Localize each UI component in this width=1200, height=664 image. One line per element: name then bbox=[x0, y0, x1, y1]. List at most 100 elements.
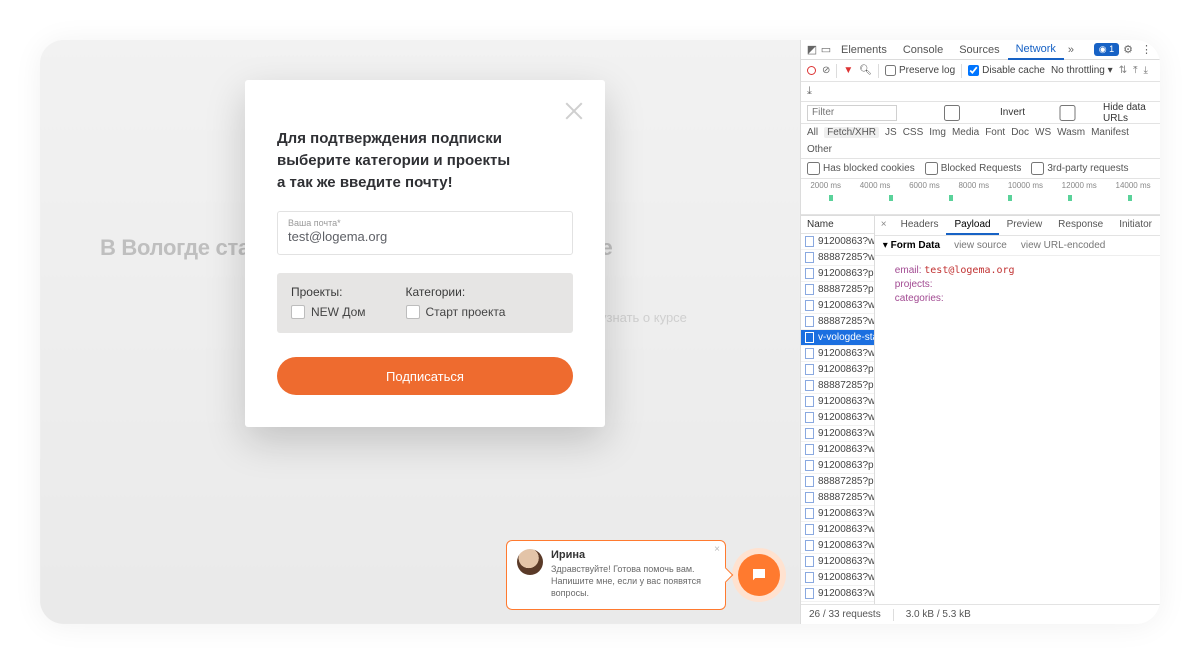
type-filter-img[interactable]: Img bbox=[929, 127, 946, 138]
clear-icon[interactable]: ⊘ bbox=[822, 65, 830, 76]
type-filter-media[interactable]: Media bbox=[952, 127, 979, 138]
chat-message: Здравствуйте! Готова помочь вам. Напишит… bbox=[551, 563, 715, 599]
file-icon bbox=[805, 476, 814, 487]
wifi-icon[interactable]: ⇅ bbox=[1119, 65, 1127, 76]
view-source-link[interactable]: view source bbox=[954, 240, 1007, 251]
type-filter-manifest[interactable]: Manifest bbox=[1091, 127, 1129, 138]
request-row[interactable]: 91200863?wv-part=33&wmo… bbox=[801, 554, 874, 570]
tab-elements[interactable]: Elements bbox=[833, 41, 895, 59]
request-detail: × Headers Payload Preview Response Initi… bbox=[875, 216, 1160, 604]
formdata-row: categories: bbox=[895, 293, 1150, 304]
request-row[interactable]: 91200863?wv-part=7&wv-ch… bbox=[801, 506, 874, 522]
name-column-header[interactable]: Name bbox=[801, 216, 874, 234]
request-row[interactable]: 88887285?page-url=https%3… bbox=[801, 474, 874, 490]
request-row[interactable]: 91200863?wv-part=28&wmo… bbox=[801, 538, 874, 554]
request-row[interactable]: 88887285?page-url=https%3… bbox=[801, 378, 874, 394]
filter-check[interactable]: 3rd-party requests bbox=[1031, 162, 1128, 175]
filter-icon[interactable]: ▼ bbox=[843, 65, 853, 76]
network-status-bar: 26 / 33 requests 3.0 kB / 5.3 kB bbox=[801, 604, 1160, 624]
filter-check[interactable]: Blocked Requests bbox=[925, 162, 1022, 175]
file-icon bbox=[805, 364, 814, 375]
tab-network[interactable]: Network bbox=[1008, 40, 1064, 60]
network-timeline[interactable]: 2000 ms4000 ms6000 ms8000 ms10000 ms1200… bbox=[801, 179, 1160, 215]
type-filter-other[interactable]: Other bbox=[807, 144, 832, 155]
project-option[interactable]: NEW Дом bbox=[291, 305, 366, 319]
request-row[interactable]: 88887285?wv-part=7&wv-ch… bbox=[801, 490, 874, 506]
request-row[interactable]: 91200863?wv-part=29&wmo… bbox=[801, 234, 874, 250]
type-filter-fetchxhr[interactable]: Fetch/XHR bbox=[824, 127, 879, 138]
app-screenshot: В Вологде старт axi Life узнать о курсе … bbox=[40, 40, 1160, 624]
request-row[interactable]: 91200863?page-url=https%3… bbox=[801, 362, 874, 378]
more-tabs-icon[interactable]: » bbox=[1064, 44, 1078, 56]
request-row[interactable]: 91200863?page-url=https%3… bbox=[801, 458, 874, 474]
tab-response[interactable]: Response bbox=[1050, 216, 1111, 235]
request-row[interactable]: 91200863?wv-part=30&wmo… bbox=[801, 394, 874, 410]
request-row[interactable]: 91200863?wv-part=34&wmo… bbox=[801, 586, 874, 602]
file-icon bbox=[805, 348, 814, 359]
close-icon[interactable] bbox=[561, 98, 587, 124]
category-option[interactable]: Старт проекта bbox=[406, 305, 506, 319]
file-icon bbox=[805, 380, 814, 391]
type-filter-css[interactable]: CSS bbox=[903, 127, 924, 138]
request-row[interactable]: 91200863?page-url=https%3… bbox=[801, 266, 874, 282]
issues-badge[interactable]: ◉ 1 bbox=[1094, 43, 1119, 56]
type-filter-js[interactable]: JS bbox=[885, 127, 897, 138]
invert-checkbox[interactable]: Invert bbox=[907, 105, 1025, 121]
tab-console[interactable]: Console bbox=[895, 41, 951, 59]
download-icon[interactable]: ⤓ bbox=[1144, 65, 1148, 76]
type-filter-doc[interactable]: Doc bbox=[1011, 127, 1029, 138]
email-field-wrap[interactable]: Ваша почта* bbox=[277, 211, 573, 255]
kebab-icon[interactable]: ⋮ bbox=[1137, 43, 1156, 56]
request-row[interactable]: 91200863?wv-part=29&wmo… bbox=[801, 570, 874, 586]
filter-input[interactable] bbox=[807, 105, 897, 121]
type-filter-ws[interactable]: WS bbox=[1035, 127, 1051, 138]
disable-cache-checkbox[interactable]: Disable cache bbox=[968, 65, 1045, 76]
subscribe-modal: Для подтверждения подписки выберите кате… bbox=[245, 80, 605, 427]
record-icon[interactable] bbox=[807, 66, 816, 75]
type-filter-all[interactable]: All bbox=[807, 127, 818, 138]
gear-icon[interactable]: ⚙ bbox=[1119, 43, 1137, 56]
filter-check[interactable]: Has blocked cookies bbox=[807, 162, 915, 175]
chat-fab-button[interactable] bbox=[738, 554, 780, 596]
request-row[interactable]: 91200863?wv-part=31&wmo… bbox=[801, 426, 874, 442]
detail-tabs: × Headers Payload Preview Response Initi… bbox=[875, 216, 1160, 236]
export-icon[interactable]: ⤓ bbox=[807, 85, 812, 98]
tab-payload[interactable]: Payload bbox=[946, 216, 998, 235]
file-icon bbox=[805, 316, 814, 327]
search-icon[interactable]: 🔍︎ bbox=[859, 65, 872, 76]
upload-icon[interactable]: ⤒ bbox=[1133, 65, 1137, 76]
request-row[interactable]: 91200863?wv-part=27&wmo… bbox=[801, 442, 874, 458]
close-icon[interactable]: × bbox=[875, 216, 893, 235]
request-row[interactable]: 88887285?wv-part=5&wv-ch… bbox=[801, 250, 874, 266]
close-icon[interactable]: × bbox=[714, 544, 720, 555]
tab-preview[interactable]: Preview bbox=[999, 216, 1051, 235]
tab-initiator[interactable]: Initiator bbox=[1111, 216, 1160, 235]
file-icon bbox=[805, 508, 814, 519]
checkbox-icon[interactable] bbox=[291, 305, 305, 319]
preserve-log-checkbox[interactable]: Preserve log bbox=[885, 65, 955, 76]
throttling-select[interactable]: No throttling ▾ bbox=[1051, 65, 1113, 76]
tab-headers[interactable]: Headers bbox=[893, 216, 947, 235]
email-input[interactable] bbox=[288, 229, 562, 244]
type-filter-wasm[interactable]: Wasm bbox=[1057, 127, 1085, 138]
type-filter-font[interactable]: Font bbox=[985, 127, 1005, 138]
view-urlencoded-link[interactable]: view URL-encoded bbox=[1021, 240, 1106, 251]
devtools-tabs: ◩ ▭ Elements Console Sources Network » ◉… bbox=[801, 40, 1160, 60]
device-icon[interactable]: ▭ bbox=[819, 43, 833, 56]
request-row[interactable]: 91200863?wv-part=32&wmo… bbox=[801, 522, 874, 538]
chat-bubble[interactable]: × Ирина Здравствуйте! Готова помочь вам.… bbox=[506, 540, 726, 610]
file-icon bbox=[805, 412, 814, 423]
request-row[interactable]: 91200863?wv-part=25&wmo… bbox=[801, 346, 874, 362]
hide-dataurls-checkbox[interactable]: Hide data URLs bbox=[1035, 102, 1154, 124]
request-row[interactable]: 88887285?wv-part=6&wv-ch… bbox=[801, 314, 874, 330]
subscribe-button[interactable]: Подписаться bbox=[277, 357, 573, 395]
tab-sources[interactable]: Sources bbox=[951, 41, 1007, 59]
checkbox-icon[interactable] bbox=[406, 305, 420, 319]
inspect-icon[interactable]: ◩ bbox=[805, 43, 819, 56]
request-row[interactable]: 91200863?wv-part=6&wv-ch… bbox=[801, 298, 874, 314]
request-row[interactable]: 88887285?page-url=https%3… bbox=[801, 282, 874, 298]
formdata-label[interactable]: ▾ Form Data bbox=[883, 240, 940, 251]
request-row[interactable]: v-vologde-startuyut-proekty-… bbox=[801, 330, 874, 346]
request-row[interactable]: 91200863?wv-part=26&wmo… bbox=[801, 410, 874, 426]
file-icon bbox=[805, 396, 814, 407]
